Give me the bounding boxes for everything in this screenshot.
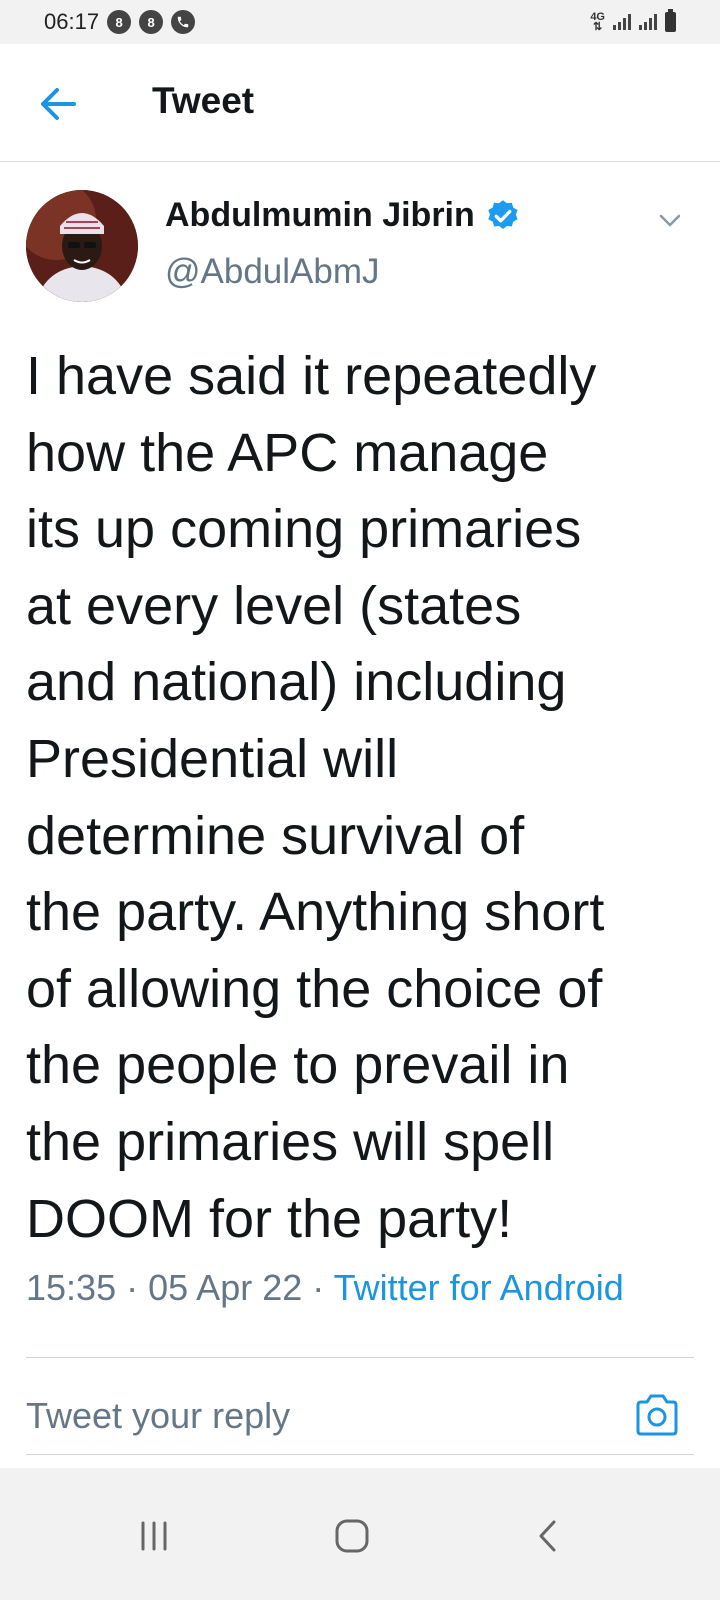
chevron-down-icon (659, 214, 681, 227)
status-bar: 06:17 8 8 4G ⇅ (0, 0, 720, 44)
avatar-image (26, 190, 138, 302)
home-icon (335, 1519, 369, 1553)
divider (26, 1357, 694, 1358)
author-handle[interactable]: @AbdulAbmJ (165, 252, 380, 292)
notification-icon: 8 (139, 10, 164, 34)
home-button[interactable] (322, 1508, 382, 1564)
signal-icon (613, 14, 631, 30)
page-title: Tweet (152, 80, 255, 121)
camera-icon (636, 1394, 678, 1436)
recent-apps-button[interactable] (124, 1508, 184, 1564)
meta-separator: · (312, 1267, 325, 1308)
author-name: Abdulmumin Jibrin (165, 196, 475, 234)
tweet-source-link[interactable]: Twitter for Android (334, 1267, 624, 1308)
status-right: 4G ⇅ (590, 9, 676, 33)
status-left: 06:17 8 8 (44, 9, 196, 35)
tweet-meta: 15:35 · 05 Apr 22 · Twitter for Android (26, 1262, 666, 1314)
network-label: 4G (590, 11, 605, 23)
back-chevron-icon (539, 1520, 556, 1552)
battery-icon (665, 9, 676, 32)
reply-input[interactable]: Tweet your reply (26, 1386, 606, 1446)
divider (26, 1454, 694, 1455)
tweet-date: 05 Apr 22 (148, 1267, 303, 1308)
back-button[interactable] (38, 84, 78, 124)
camera-button[interactable] (634, 1393, 680, 1437)
signal-icon (639, 14, 657, 30)
notification-icon: 8 (107, 10, 132, 34)
phone-icon (171, 10, 196, 34)
network-type-icon: 4G ⇅ (590, 11, 605, 33)
arrow-left-icon (41, 88, 76, 120)
back-nav-button[interactable] (518, 1508, 578, 1564)
recent-apps-icon (141, 1521, 167, 1551)
avatar[interactable] (26, 190, 138, 302)
status-time: 06:17 (44, 9, 100, 34)
system-nav-bar (0, 1468, 720, 1600)
tweet-time: 15:35 (26, 1267, 117, 1308)
author-name-row[interactable]: Abdulmumin Jibrin (165, 196, 521, 235)
more-options-button[interactable] (656, 206, 684, 234)
verified-badge-icon (488, 199, 518, 229)
tweet-text: I have said it repeatedly how the APC ma… (26, 346, 605, 1249)
app-header: Tweet (0, 44, 720, 162)
meta-separator: · (126, 1267, 139, 1308)
